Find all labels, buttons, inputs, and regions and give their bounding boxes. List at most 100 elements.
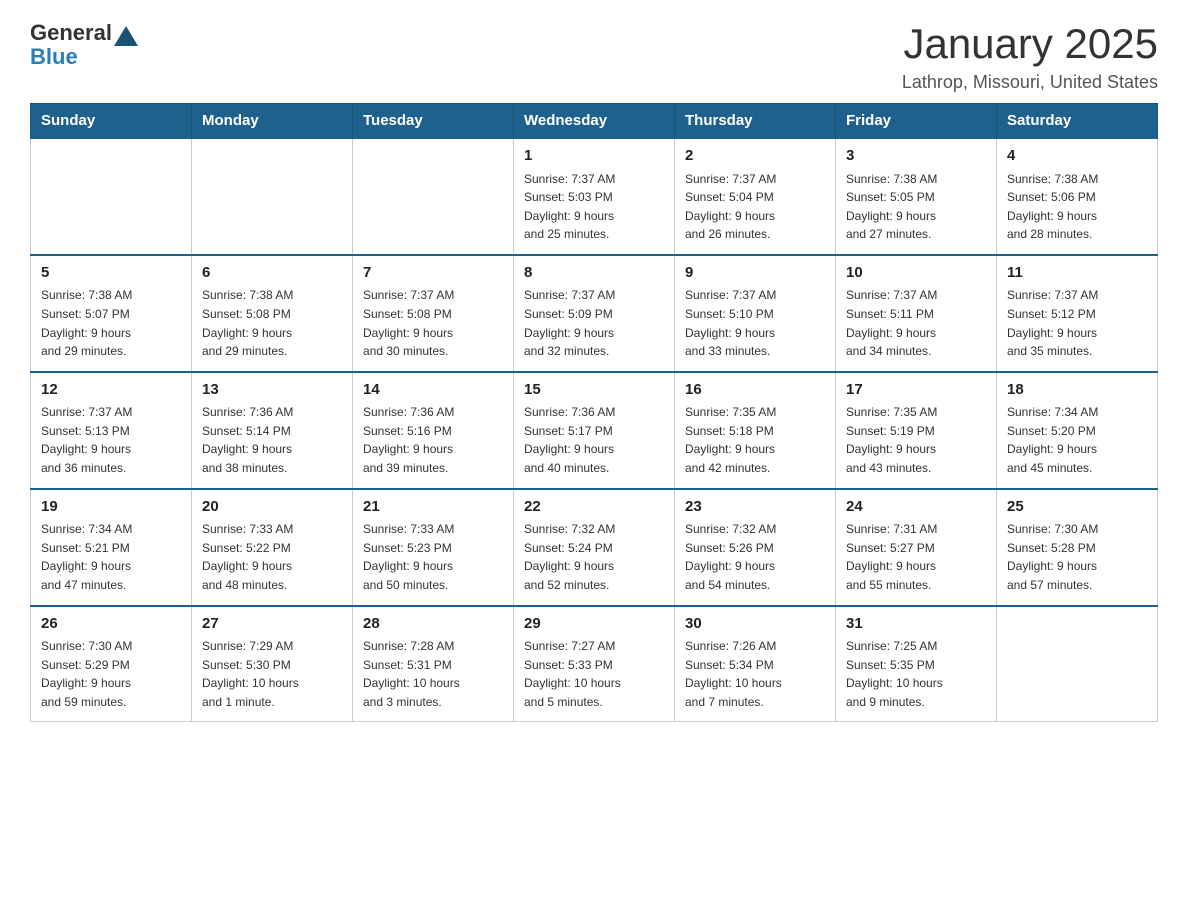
calendar-cell: 2Sunrise: 7:37 AM Sunset: 5:04 PM Daylig…: [675, 138, 836, 255]
calendar-cell: 14Sunrise: 7:36 AM Sunset: 5:16 PM Dayli…: [353, 372, 514, 489]
day-info: Sunrise: 7:38 AM Sunset: 5:06 PM Dayligh…: [1007, 170, 1147, 244]
calendar-cell: 10Sunrise: 7:37 AM Sunset: 5:11 PM Dayli…: [836, 255, 997, 372]
day-number: 20: [202, 496, 342, 519]
day-number: 27: [202, 613, 342, 636]
day-number: 31: [846, 613, 986, 636]
day-number: 10: [846, 262, 986, 285]
day-info: Sunrise: 7:30 AM Sunset: 5:29 PM Dayligh…: [41, 637, 181, 711]
calendar-cell: 4Sunrise: 7:38 AM Sunset: 5:06 PM Daylig…: [997, 138, 1158, 255]
day-number: 11: [1007, 262, 1147, 285]
day-header-thursday: Thursday: [675, 104, 836, 139]
day-info: Sunrise: 7:34 AM Sunset: 5:21 PM Dayligh…: [41, 520, 181, 594]
day-number: 29: [524, 613, 664, 636]
day-info: Sunrise: 7:37 AM Sunset: 5:08 PM Dayligh…: [363, 286, 503, 360]
day-number: 6: [202, 262, 342, 285]
day-number: 8: [524, 262, 664, 285]
calendar-cell: [997, 606, 1158, 722]
logo: General Blue: [30, 20, 138, 70]
day-info: Sunrise: 7:26 AM Sunset: 5:34 PM Dayligh…: [685, 637, 825, 711]
calendar-cell: 3Sunrise: 7:38 AM Sunset: 5:05 PM Daylig…: [836, 138, 997, 255]
day-number: 25: [1007, 496, 1147, 519]
day-number: 13: [202, 379, 342, 402]
logo-blue: Blue: [30, 44, 138, 70]
calendar-cell: 5Sunrise: 7:38 AM Sunset: 5:07 PM Daylig…: [31, 255, 192, 372]
day-info: Sunrise: 7:35 AM Sunset: 5:19 PM Dayligh…: [846, 403, 986, 477]
calendar-cell: [192, 138, 353, 255]
day-info: Sunrise: 7:33 AM Sunset: 5:23 PM Dayligh…: [363, 520, 503, 594]
calendar-cell: 18Sunrise: 7:34 AM Sunset: 5:20 PM Dayli…: [997, 372, 1158, 489]
day-number: 12: [41, 379, 181, 402]
calendar-cell: 30Sunrise: 7:26 AM Sunset: 5:34 PM Dayli…: [675, 606, 836, 722]
day-number: 23: [685, 496, 825, 519]
calendar-cell: 26Sunrise: 7:30 AM Sunset: 5:29 PM Dayli…: [31, 606, 192, 722]
calendar-cell: 31Sunrise: 7:25 AM Sunset: 5:35 PM Dayli…: [836, 606, 997, 722]
calendar-cell: 19Sunrise: 7:34 AM Sunset: 5:21 PM Dayli…: [31, 489, 192, 606]
day-info: Sunrise: 7:38 AM Sunset: 5:07 PM Dayligh…: [41, 286, 181, 360]
day-number: 19: [41, 496, 181, 519]
day-number: 24: [846, 496, 986, 519]
day-number: 4: [1007, 145, 1147, 168]
day-info: Sunrise: 7:37 AM Sunset: 5:10 PM Dayligh…: [685, 286, 825, 360]
day-info: Sunrise: 7:36 AM Sunset: 5:16 PM Dayligh…: [363, 403, 503, 477]
day-info: Sunrise: 7:36 AM Sunset: 5:14 PM Dayligh…: [202, 403, 342, 477]
day-number: 15: [524, 379, 664, 402]
calendar-cell: 28Sunrise: 7:28 AM Sunset: 5:31 PM Dayli…: [353, 606, 514, 722]
day-info: Sunrise: 7:37 AM Sunset: 5:04 PM Dayligh…: [685, 170, 825, 244]
day-info: Sunrise: 7:28 AM Sunset: 5:31 PM Dayligh…: [363, 637, 503, 711]
day-header-tuesday: Tuesday: [353, 104, 514, 139]
day-info: Sunrise: 7:27 AM Sunset: 5:33 PM Dayligh…: [524, 637, 664, 711]
calendar-cell: 13Sunrise: 7:36 AM Sunset: 5:14 PM Dayli…: [192, 372, 353, 489]
day-header-sunday: Sunday: [31, 104, 192, 139]
calendar-cell: 11Sunrise: 7:37 AM Sunset: 5:12 PM Dayli…: [997, 255, 1158, 372]
day-number: 26: [41, 613, 181, 636]
page-header: General Blue January 2025 Lathrop, Misso…: [30, 20, 1158, 93]
day-number: 18: [1007, 379, 1147, 402]
day-info: Sunrise: 7:37 AM Sunset: 5:03 PM Dayligh…: [524, 170, 664, 244]
day-info: Sunrise: 7:37 AM Sunset: 5:11 PM Dayligh…: [846, 286, 986, 360]
calendar-header-row: SundayMondayTuesdayWednesdayThursdayFrid…: [31, 104, 1158, 139]
day-number: 2: [685, 145, 825, 168]
calendar-cell: 22Sunrise: 7:32 AM Sunset: 5:24 PM Dayli…: [514, 489, 675, 606]
calendar-week-row: 26Sunrise: 7:30 AM Sunset: 5:29 PM Dayli…: [31, 606, 1158, 722]
calendar-cell: 27Sunrise: 7:29 AM Sunset: 5:30 PM Dayli…: [192, 606, 353, 722]
calendar-cell: 29Sunrise: 7:27 AM Sunset: 5:33 PM Dayli…: [514, 606, 675, 722]
day-info: Sunrise: 7:29 AM Sunset: 5:30 PM Dayligh…: [202, 637, 342, 711]
calendar-cell: 21Sunrise: 7:33 AM Sunset: 5:23 PM Dayli…: [353, 489, 514, 606]
day-number: 22: [524, 496, 664, 519]
day-header-saturday: Saturday: [997, 104, 1158, 139]
day-number: 16: [685, 379, 825, 402]
day-number: 28: [363, 613, 503, 636]
logo-triangle-icon: [114, 26, 138, 46]
day-info: Sunrise: 7:37 AM Sunset: 5:09 PM Dayligh…: [524, 286, 664, 360]
calendar-cell: 6Sunrise: 7:38 AM Sunset: 5:08 PM Daylig…: [192, 255, 353, 372]
day-info: Sunrise: 7:34 AM Sunset: 5:20 PM Dayligh…: [1007, 403, 1147, 477]
logo-general: General: [30, 20, 112, 45]
day-number: 17: [846, 379, 986, 402]
day-number: 30: [685, 613, 825, 636]
day-info: Sunrise: 7:37 AM Sunset: 5:13 PM Dayligh…: [41, 403, 181, 477]
day-header-monday: Monday: [192, 104, 353, 139]
calendar-cell: [31, 138, 192, 255]
calendar-cell: 20Sunrise: 7:33 AM Sunset: 5:22 PM Dayli…: [192, 489, 353, 606]
calendar-cell: 17Sunrise: 7:35 AM Sunset: 5:19 PM Dayli…: [836, 372, 997, 489]
calendar-week-row: 1Sunrise: 7:37 AM Sunset: 5:03 PM Daylig…: [31, 138, 1158, 255]
calendar-cell: 25Sunrise: 7:30 AM Sunset: 5:28 PM Dayli…: [997, 489, 1158, 606]
title-section: January 2025 Lathrop, Missouri, United S…: [902, 20, 1158, 93]
calendar-cell: 23Sunrise: 7:32 AM Sunset: 5:26 PM Dayli…: [675, 489, 836, 606]
page-title: January 2025: [902, 20, 1158, 68]
calendar-week-row: 19Sunrise: 7:34 AM Sunset: 5:21 PM Dayli…: [31, 489, 1158, 606]
day-info: Sunrise: 7:38 AM Sunset: 5:05 PM Dayligh…: [846, 170, 986, 244]
calendar-cell: 12Sunrise: 7:37 AM Sunset: 5:13 PM Dayli…: [31, 372, 192, 489]
calendar-week-row: 5Sunrise: 7:38 AM Sunset: 5:07 PM Daylig…: [31, 255, 1158, 372]
calendar-cell: 15Sunrise: 7:36 AM Sunset: 5:17 PM Dayli…: [514, 372, 675, 489]
day-info: Sunrise: 7:32 AM Sunset: 5:26 PM Dayligh…: [685, 520, 825, 594]
day-info: Sunrise: 7:37 AM Sunset: 5:12 PM Dayligh…: [1007, 286, 1147, 360]
calendar-table: SundayMondayTuesdayWednesdayThursdayFrid…: [30, 103, 1158, 722]
day-info: Sunrise: 7:35 AM Sunset: 5:18 PM Dayligh…: [685, 403, 825, 477]
day-info: Sunrise: 7:32 AM Sunset: 5:24 PM Dayligh…: [524, 520, 664, 594]
day-info: Sunrise: 7:30 AM Sunset: 5:28 PM Dayligh…: [1007, 520, 1147, 594]
day-info: Sunrise: 7:33 AM Sunset: 5:22 PM Dayligh…: [202, 520, 342, 594]
day-number: 3: [846, 145, 986, 168]
day-number: 14: [363, 379, 503, 402]
calendar-cell: 16Sunrise: 7:35 AM Sunset: 5:18 PM Dayli…: [675, 372, 836, 489]
